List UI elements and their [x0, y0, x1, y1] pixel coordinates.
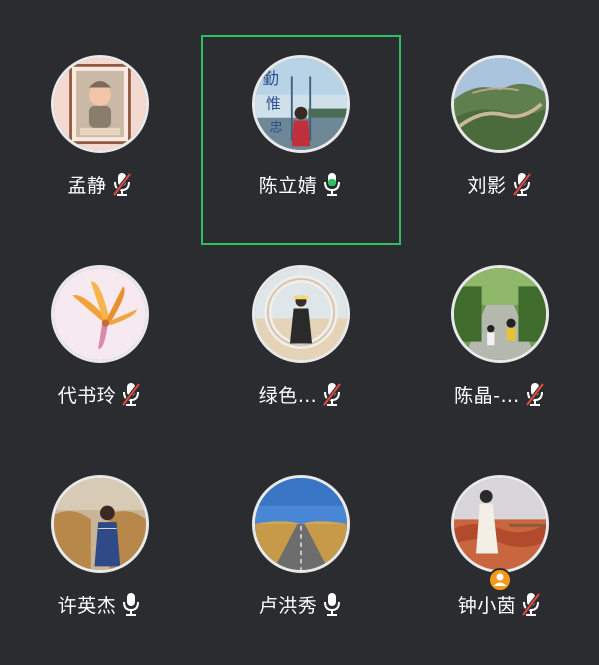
mic-muted-icon: [511, 171, 533, 197]
mic-muted-icon: [120, 381, 142, 407]
mic-icon: [321, 591, 343, 617]
baby-photo-icon: [54, 58, 146, 150]
participant-name: 绿色…: [258, 384, 318, 407]
svg-text:勤: 勤: [262, 69, 279, 88]
svg-text:忠: 忠: [270, 121, 283, 136]
desert-road-photo-icon: [255, 478, 347, 570]
participant-name: 代书玲: [57, 384, 117, 407]
park-road-photo-icon: [454, 268, 546, 360]
mic-muted-icon: [321, 381, 343, 407]
mic-speaking-icon: [321, 171, 343, 197]
great-wall-photo-icon: [454, 58, 546, 150]
participant-label: 刘影: [400, 170, 599, 198]
participant-tile-4[interactable]: 代书玲: [0, 245, 200, 455]
participant-label: 许英杰: [0, 590, 200, 618]
participant-name: 钟小茵: [457, 594, 517, 617]
participant-tile-7[interactable]: 许英杰: [0, 455, 200, 665]
woman-field-photo-icon: [54, 478, 146, 570]
mic-muted-icon: [524, 381, 546, 407]
beach-ring-photo-icon: [255, 268, 347, 360]
participant-label: 陈立婧: [201, 170, 401, 198]
avatar: [451, 265, 549, 363]
avatar: [451, 55, 549, 153]
participant-tile-1[interactable]: 孟静: [0, 35, 200, 245]
avatar: [51, 475, 149, 573]
participant-name: 刘影: [467, 174, 507, 197]
mic-icon: [120, 591, 142, 617]
participant-label: 孟静: [0, 170, 200, 198]
participant-tile-2[interactable]: 勤 惟 忠 陈立婧: [201, 35, 401, 245]
avatar: [51, 55, 149, 153]
svg-text:惟: 惟: [266, 96, 281, 113]
participant-label: 钟小茵: [400, 590, 599, 618]
participant-tile-5[interactable]: 绿色…: [201, 245, 401, 455]
participant-name: 陈晶-…: [454, 384, 520, 407]
participant-name: 许英杰: [57, 594, 117, 617]
participant-tile-3[interactable]: 刘影: [400, 35, 599, 245]
participant-name: 孟静: [67, 174, 107, 197]
participant-name: 陈立婧: [258, 174, 318, 197]
participant-tile-8[interactable]: 卢洪秀: [201, 455, 401, 665]
mic-muted-icon: [520, 591, 542, 617]
mic-muted-icon: [111, 171, 133, 197]
participant-tile-6[interactable]: 陈晶-…: [400, 245, 599, 455]
participant-name: 卢洪秀: [258, 594, 318, 617]
participant-grid: 孟静 勤 惟 忠 陈立婧 刘影 代书玲 绿色… 陈晶-… 许英杰 卢洪秀 钟小茵: [0, 0, 599, 655]
participant-label: 陈晶-…: [400, 380, 599, 408]
participant-label: 卢洪秀: [201, 590, 401, 618]
woman-redrock-photo-icon: [454, 478, 546, 570]
avatar: [252, 475, 350, 573]
avatar: [51, 265, 149, 363]
avatar: [451, 475, 549, 573]
host-person-icon: [488, 568, 512, 592]
participant-label: 绿色…: [201, 380, 401, 408]
flower-photo-icon: [54, 268, 146, 360]
avatar: [252, 265, 350, 363]
woman-calligraphy-photo-icon: 勤 惟 忠: [255, 58, 347, 150]
participant-label: 代书玲: [0, 380, 200, 408]
avatar: 勤 惟 忠: [252, 55, 350, 153]
participant-tile-9[interactable]: 钟小茵: [400, 455, 599, 665]
